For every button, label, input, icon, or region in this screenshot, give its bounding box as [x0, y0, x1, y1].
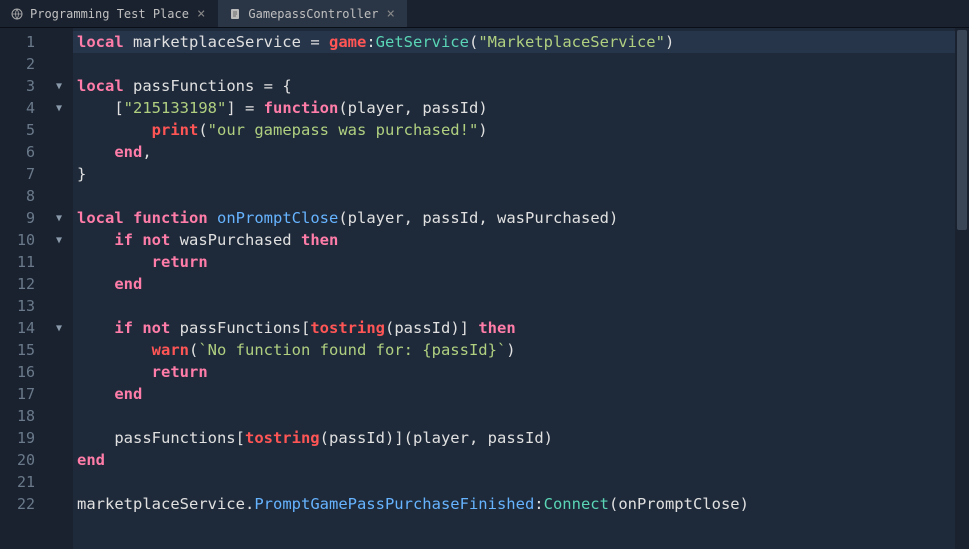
- script-icon: [228, 7, 242, 21]
- code-line[interactable]: if not wasPurchased then: [73, 229, 969, 251]
- code-area[interactable]: local marketplaceService = game:GetServi…: [73, 28, 969, 549]
- fold-marker: [45, 427, 73, 449]
- fold-marker[interactable]: ▼: [45, 229, 73, 251]
- code-line[interactable]: end: [73, 383, 969, 405]
- tab-bar: Programming Test Place × GamepassControl…: [0, 0, 969, 28]
- fold-marker: [45, 361, 73, 383]
- fold-marker[interactable]: ▼: [45, 75, 73, 97]
- code-line[interactable]: [73, 185, 969, 207]
- scrollbar-thumb[interactable]: [957, 30, 967, 230]
- fold-marker: [45, 383, 73, 405]
- code-line[interactable]: local passFunctions = {: [73, 75, 969, 97]
- line-number: 19: [0, 427, 45, 449]
- fold-marker: [45, 251, 73, 273]
- fold-marker: [45, 185, 73, 207]
- fold-marker: [45, 119, 73, 141]
- line-number: 1: [0, 31, 45, 53]
- fold-marker: [45, 53, 73, 75]
- code-line[interactable]: if not passFunctions[tostring(passId)] t…: [73, 317, 969, 339]
- line-number: 18: [0, 405, 45, 427]
- line-number: 11: [0, 251, 45, 273]
- fold-marker: [45, 295, 73, 317]
- fold-marker: [45, 339, 73, 361]
- line-number: 2: [0, 53, 45, 75]
- line-number: 20: [0, 449, 45, 471]
- tab-place[interactable]: Programming Test Place ×: [0, 0, 218, 27]
- line-number: 17: [0, 383, 45, 405]
- code-line[interactable]: print("our gamepass was purchased!"): [73, 119, 969, 141]
- line-number: 14: [0, 317, 45, 339]
- code-line[interactable]: local function onPromptClose(player, pas…: [73, 207, 969, 229]
- line-number: 22: [0, 493, 45, 515]
- line-number: 21: [0, 471, 45, 493]
- line-number: 3: [0, 75, 45, 97]
- fold-marker: [45, 273, 73, 295]
- vertical-scrollbar[interactable]: [955, 28, 969, 549]
- code-line[interactable]: end,: [73, 141, 969, 163]
- code-line[interactable]: end: [73, 449, 969, 471]
- code-line[interactable]: local marketplaceService = game:GetServi…: [73, 31, 969, 53]
- fold-marker: [45, 31, 73, 53]
- line-number: 16: [0, 361, 45, 383]
- line-number: 6: [0, 141, 45, 163]
- fold-marker[interactable]: ▼: [45, 207, 73, 229]
- fold-marker[interactable]: ▼: [45, 317, 73, 339]
- code-line[interactable]: end: [73, 273, 969, 295]
- line-number: 7: [0, 163, 45, 185]
- fold-marker: [45, 163, 73, 185]
- code-line[interactable]: passFunctions[tostring(passId)](player, …: [73, 427, 969, 449]
- code-line[interactable]: return: [73, 251, 969, 273]
- line-number-gutter: 12345678910111213141516171819202122: [0, 28, 45, 549]
- line-number: 8: [0, 185, 45, 207]
- tab-script[interactable]: GamepassController ×: [218, 0, 407, 27]
- line-number: 4: [0, 97, 45, 119]
- line-number: 12: [0, 273, 45, 295]
- code-line[interactable]: ["215133198"] = function(player, passId): [73, 97, 969, 119]
- tab-label: GamepassController: [248, 7, 378, 21]
- line-number: 13: [0, 295, 45, 317]
- fold-marker: [45, 449, 73, 471]
- fold-marker: [45, 405, 73, 427]
- fold-marker[interactable]: ▼: [45, 97, 73, 119]
- fold-marker: [45, 493, 73, 515]
- code-editor: 12345678910111213141516171819202122 ▼▼▼▼…: [0, 28, 969, 549]
- code-line[interactable]: return: [73, 361, 969, 383]
- code-line[interactable]: warn(`No function found for: {passId}`): [73, 339, 969, 361]
- code-line[interactable]: [73, 53, 969, 75]
- code-line[interactable]: [73, 471, 969, 493]
- code-line[interactable]: marketplaceService.PromptGamePassPurchas…: [73, 493, 969, 515]
- line-number: 15: [0, 339, 45, 361]
- close-icon[interactable]: ×: [384, 6, 396, 22]
- line-number: 9: [0, 207, 45, 229]
- code-line[interactable]: }: [73, 163, 969, 185]
- line-number: 5: [0, 119, 45, 141]
- fold-marker: [45, 141, 73, 163]
- code-line[interactable]: [73, 405, 969, 427]
- line-number: 10: [0, 229, 45, 251]
- code-line[interactable]: [73, 295, 969, 317]
- close-icon[interactable]: ×: [195, 6, 207, 22]
- fold-marker: [45, 471, 73, 493]
- globe-icon: [10, 7, 24, 21]
- fold-gutter: ▼▼▼▼▼: [45, 28, 73, 549]
- tab-label: Programming Test Place: [30, 7, 189, 21]
